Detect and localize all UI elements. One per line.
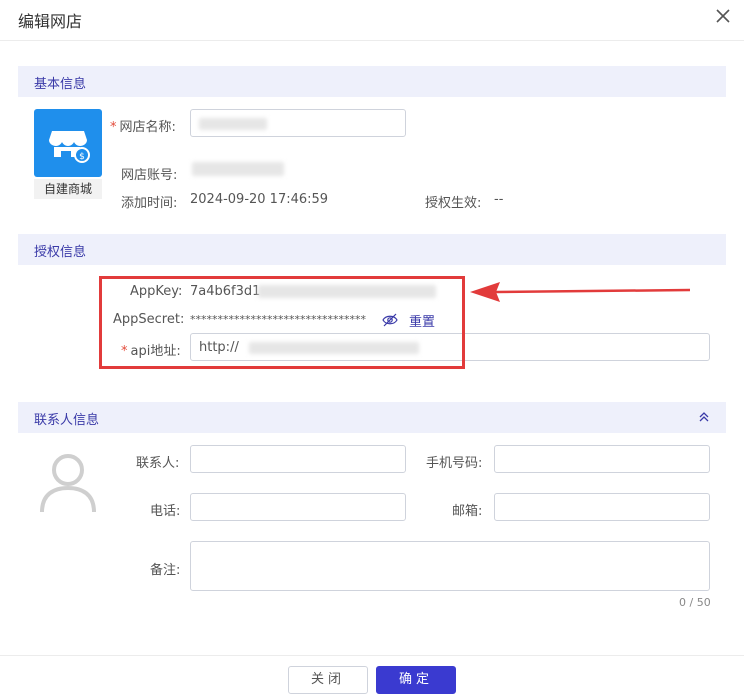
close-button[interactable]: 关闭: [288, 666, 368, 694]
auth-effective-label: 授权生效:: [425, 196, 482, 211]
remark-counter: 0 / 50: [679, 596, 711, 609]
added-time-label: 添加时间:: [121, 196, 178, 211]
store-name-label: * 网店名称:: [110, 120, 176, 135]
dialog-footer: 关闭 确定: [0, 655, 744, 697]
mobile-input[interactable]: [494, 445, 710, 473]
added-time-value: 2024-09-20 17:46:59: [190, 192, 329, 207]
store-logo: $ 自建商城: [34, 109, 102, 199]
annotation-highlight-box: [99, 276, 465, 369]
remark-label: 备注:: [150, 563, 181, 578]
dialog-title: 编辑网店: [18, 12, 83, 31]
edit-store-dialog: 编辑网店 基本信息 $ 自建商城 * 网店名称: 网店账号: 添加时间: 2024…: [0, 0, 744, 697]
svg-text:$: $: [79, 152, 85, 162]
section-contact-info: 联系人信息: [18, 402, 726, 433]
section-basic-info-title: 基本信息: [34, 77, 87, 92]
section-auth-info: 授权信息: [18, 234, 726, 265]
email-input[interactable]: [494, 493, 710, 521]
mobile-label: 手机号码:: [426, 456, 483, 471]
section-contact-info-title: 联系人信息: [34, 413, 100, 428]
auth-effective-value: --: [494, 192, 504, 207]
close-icon[interactable]: [712, 5, 734, 27]
avatar-icon: [38, 450, 98, 514]
contact-person-input[interactable]: [190, 445, 406, 473]
confirm-button[interactable]: 确定: [376, 666, 456, 694]
section-auth-info-title: 授权信息: [34, 245, 87, 260]
contact-person-label: 联系人:: [136, 456, 180, 471]
shop-icon: $: [34, 109, 102, 177]
phone-label: 电话:: [150, 504, 181, 519]
logo-caption: 自建商城: [34, 179, 102, 199]
annotation-arrow-icon: [466, 276, 692, 306]
dialog-header: 编辑网店: [0, 0, 744, 41]
remark-textarea[interactable]: [190, 541, 710, 591]
chevron-up-icon[interactable]: [696, 409, 712, 425]
store-name-input[interactable]: [190, 109, 406, 137]
store-account-value: [192, 162, 284, 176]
email-label: 邮箱:: [452, 504, 483, 519]
section-basic-info: 基本信息: [18, 66, 726, 97]
phone-input[interactable]: [190, 493, 406, 521]
store-account-label: 网店账号:: [121, 168, 178, 183]
